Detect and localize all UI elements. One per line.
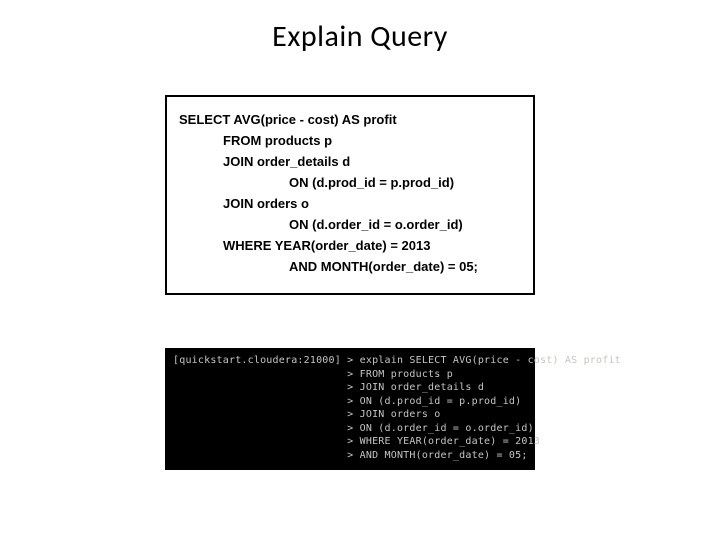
- sql-query-box: SELECT AVG(price - cost) AS profit FROM …: [165, 95, 535, 295]
- sql-line: JOIN order_details d: [179, 155, 521, 170]
- sql-line: SELECT AVG(price - cost) AS profit: [179, 113, 521, 128]
- terminal-line: > ON (d.prod_id = p.prod_id): [173, 395, 527, 409]
- terminal-line: > JOIN order_details d: [173, 381, 527, 395]
- sql-line: FROM products p: [179, 134, 521, 149]
- sql-line: AND MONTH(order_date) = 05;: [179, 260, 521, 275]
- terminal-line: > AND MONTH(order_date) = 05;: [173, 449, 527, 463]
- terminal-line: > FROM products p: [173, 368, 527, 382]
- slide: Explain Query SELECT AVG(price - cost) A…: [0, 0, 720, 540]
- terminal-screenshot: [quickstart.cloudera:21000] > explain SE…: [165, 348, 535, 470]
- sql-line: WHERE YEAR(order_date) = 2013: [179, 239, 521, 254]
- page-title: Explain Query: [0, 18, 720, 55]
- sql-line: JOIN orders o: [179, 197, 521, 212]
- terminal-line: > WHERE YEAR(order_date) = 2013: [173, 435, 527, 449]
- terminal-line: [quickstart.cloudera:21000] > explain SE…: [173, 354, 527, 368]
- sql-line: ON (d.order_id = o.order_id): [179, 218, 521, 233]
- sql-line: ON (d.prod_id = p.prod_id): [179, 176, 521, 191]
- terminal-line: > ON (d.order_id = o.order_id): [173, 422, 527, 436]
- terminal-line: > JOIN orders o: [173, 408, 527, 422]
